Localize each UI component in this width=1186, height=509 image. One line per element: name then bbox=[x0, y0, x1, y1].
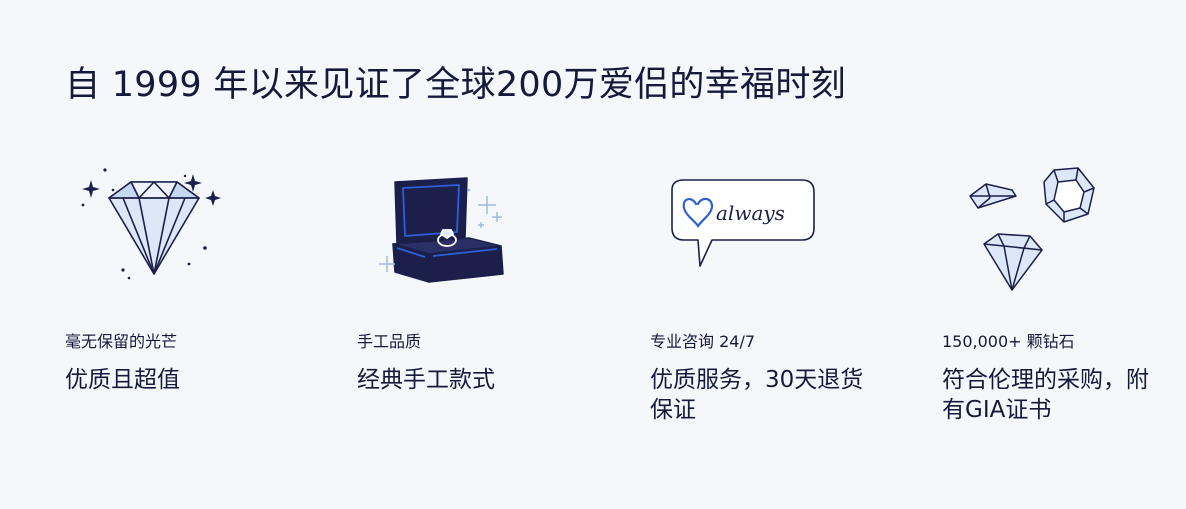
feature-eyebrow: 150,000+ 颗钻石 bbox=[942, 332, 1075, 351]
feature-title: 符合伦理的采购，附有GIA证书 bbox=[942, 367, 1149, 423]
feature-eyebrow: 手工品质 bbox=[357, 332, 422, 351]
speech-bubble-icon: always bbox=[671, 179, 815, 267]
diamond-icon bbox=[81, 168, 221, 280]
feature-eyebrow: 专业咨询 24/7 bbox=[650, 332, 756, 351]
feature-title: 经典手工款式 bbox=[357, 367, 495, 393]
feature-title: 优质且超值 bbox=[65, 367, 180, 393]
feature-eyebrow: 毫无保留的光芒 bbox=[65, 332, 178, 351]
gemstones-icon bbox=[969, 167, 1095, 291]
bubble-text: always bbox=[716, 201, 785, 225]
feature-list: 毫无保留的光芒 优质且超值 手工品质 经典手工款式 always 专业咨询 24… bbox=[0, 0, 1186, 509]
feature-title: 优质服务，30天退货保证 bbox=[650, 367, 864, 423]
ring-box-icon bbox=[379, 177, 504, 283]
